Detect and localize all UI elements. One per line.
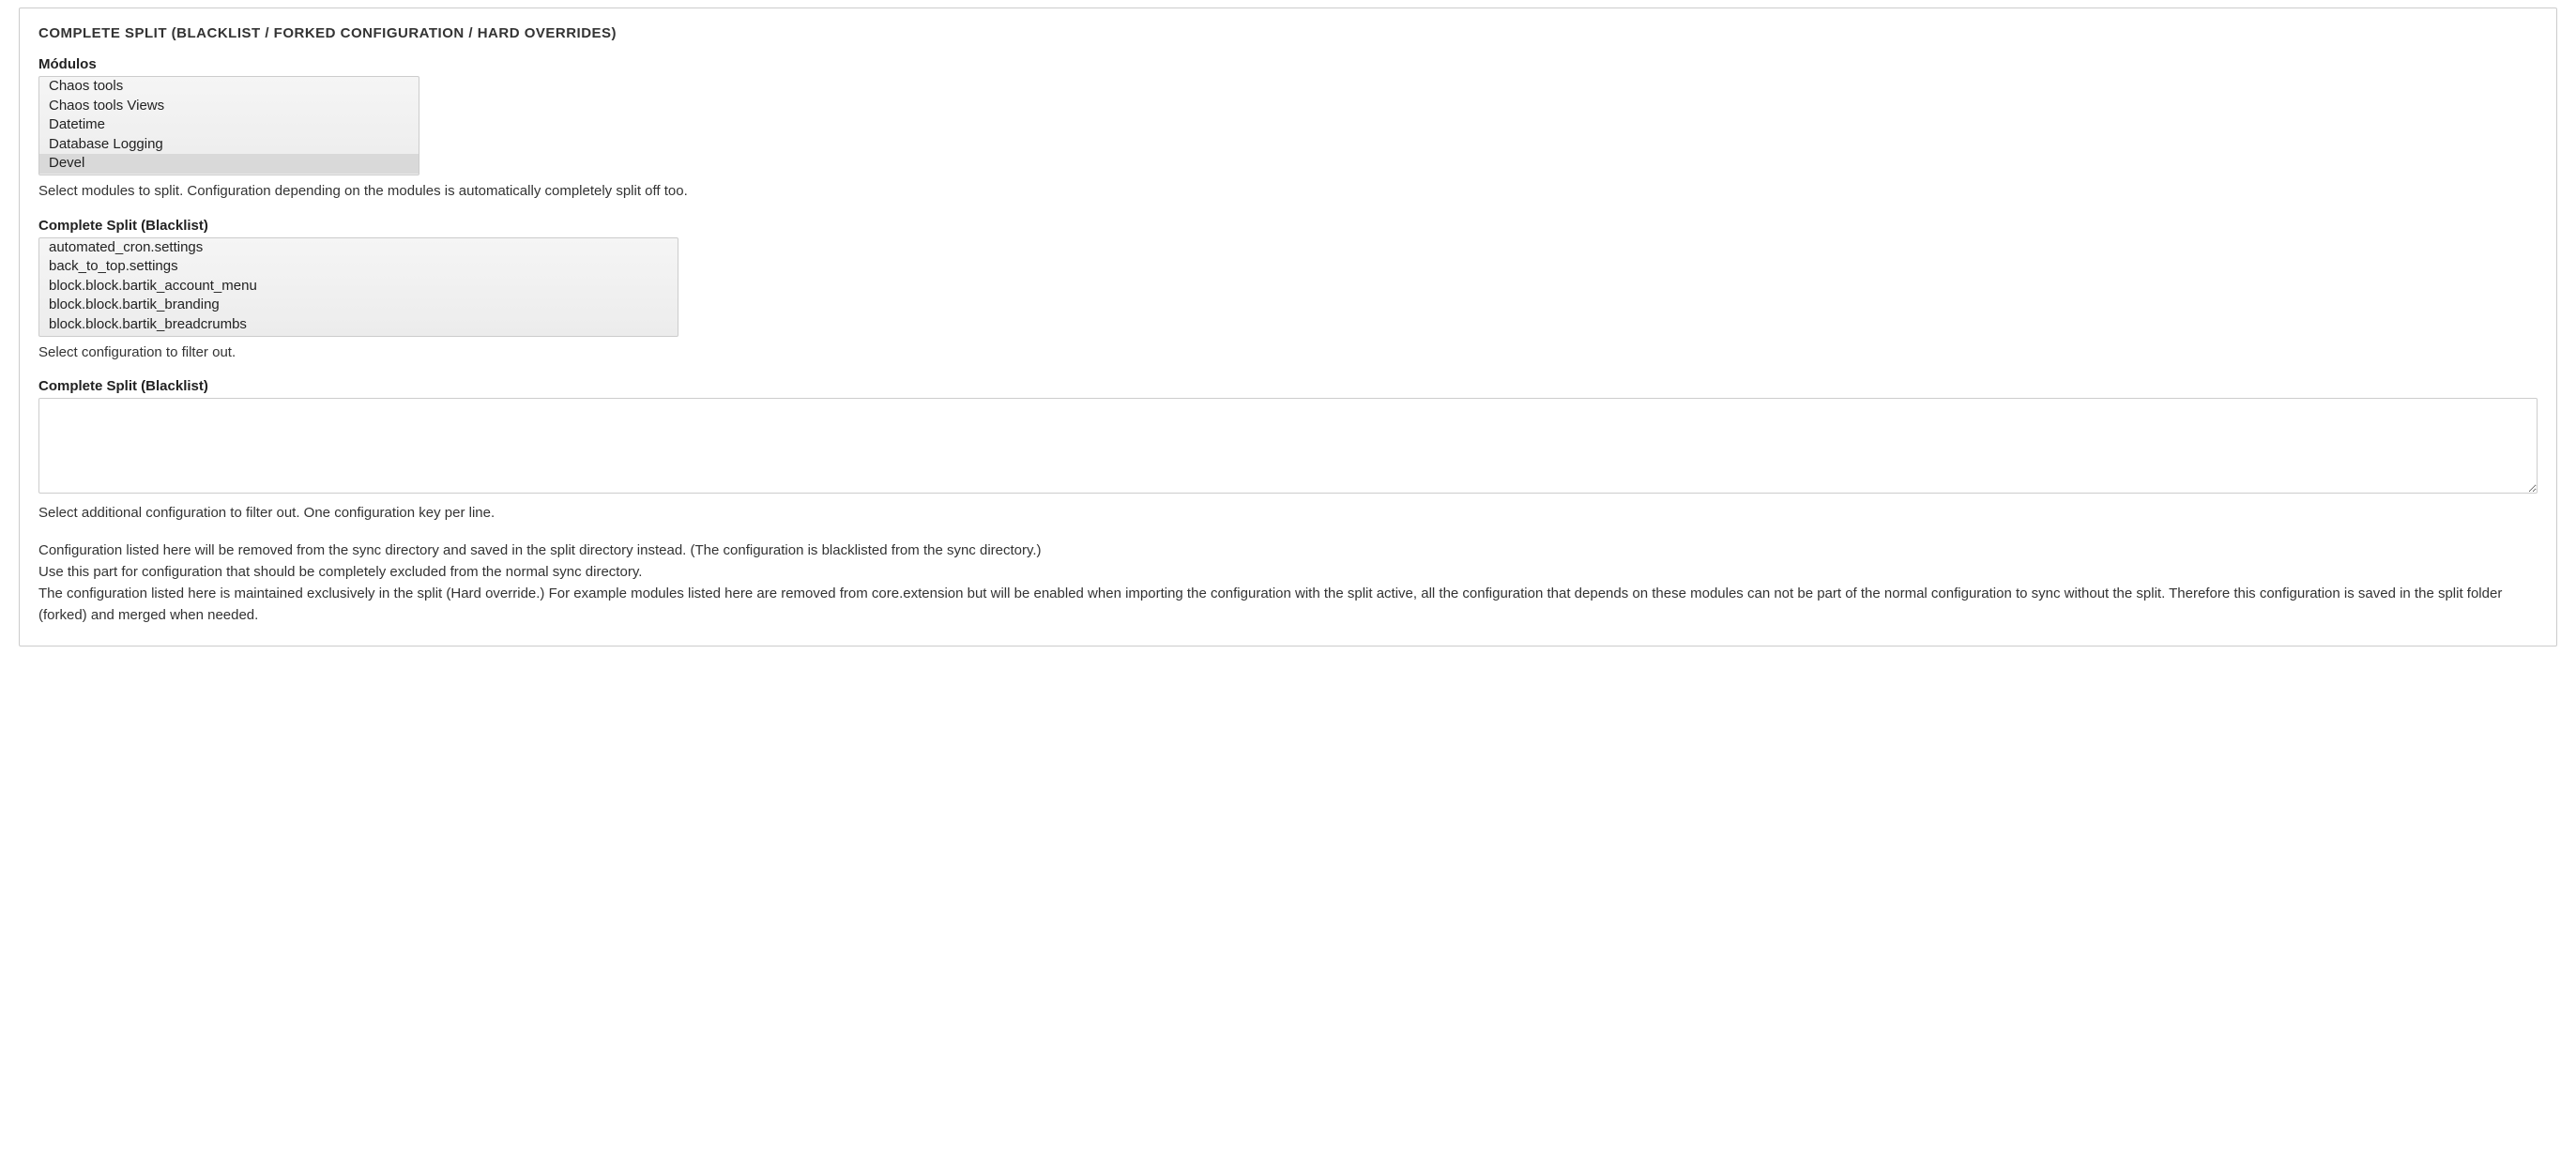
select-option[interactable]: automated_cron.settings [39,238,678,258]
help-line-1: Configuration listed here will be remove… [38,540,2538,561]
select-option[interactable]: Datetime [39,115,419,135]
select-option[interactable]: Chaos tools Views [39,97,419,116]
select-option[interactable]: block.block.bartik_branding [39,296,678,315]
modules-form-item: Módulos Chaos toolsChaos tools ViewsDate… [38,56,2538,203]
complete-split-fieldset: COMPLETE SPLIT (BLACKLIST / FORKED CONFI… [19,8,2557,646]
blacklist-config-description: Select configuration to filter out. [38,342,2538,364]
help-line-3: The configuration listed here is maintai… [38,583,2538,627]
blacklist-text-description: Select additional configuration to filte… [38,503,2538,525]
help-line-2: Use this part for configuration that sho… [38,561,2538,583]
select-option[interactable]: block.block.bartik_breadcrumbs [39,315,678,335]
modules-label: Módulos [38,56,2538,72]
select-option[interactable]: Database Logging [39,135,419,155]
fieldset-legend: COMPLETE SPLIT (BLACKLIST / FORKED CONFI… [38,25,2538,41]
blacklist-config-label: Complete Split (Blacklist) [38,218,2538,234]
select-option[interactable]: back_to_top.settings [39,257,678,277]
modules-select[interactable]: Chaos toolsChaos tools ViewsDatetimeData… [38,76,419,175]
blacklist-text-label: Complete Split (Blacklist) [38,378,2538,394]
select-option[interactable]: Devel [39,154,419,174]
help-text-block: Configuration listed here will be remove… [38,540,2538,627]
modules-description: Select modules to split. Configuration d… [38,181,2538,203]
blacklist-config-form-item: Complete Split (Blacklist) automated_cro… [38,218,2538,364]
blacklist-config-select[interactable]: automated_cron.settingsback_to_top.setti… [38,237,678,337]
select-option[interactable]: block.block.bartik_account_menu [39,277,678,297]
blacklist-textarea[interactable] [38,398,2538,494]
blacklist-text-form-item: Complete Split (Blacklist) Select additi… [38,378,2538,525]
select-option[interactable]: Chaos tools [39,77,419,97]
